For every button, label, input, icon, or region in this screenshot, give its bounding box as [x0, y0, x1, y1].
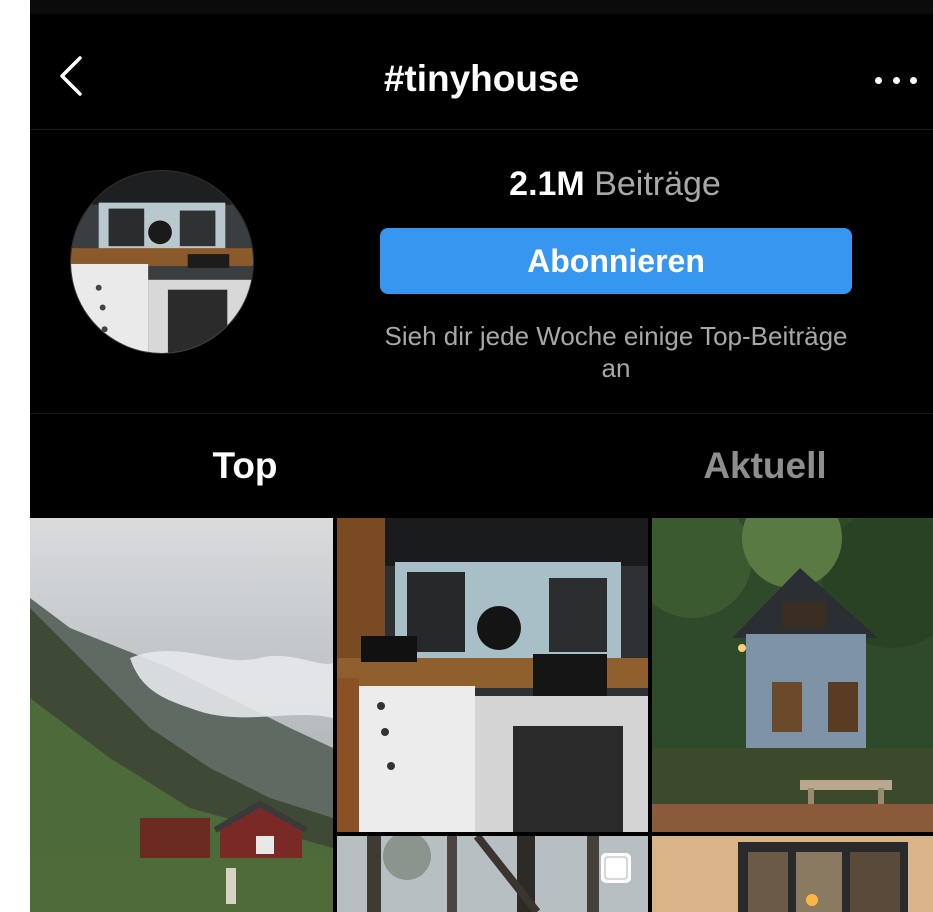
tab-top[interactable]: Top — [30, 414, 460, 518]
post-tile-van-interior[interactable] — [337, 518, 648, 832]
top-navigation-bar: #tinyhouse — [30, 14, 933, 130]
post-tile-mountain-cabin[interactable] — [30, 518, 333, 912]
screen: #tinyhouse 2.1M Beiträge Abonnieren Sieh… — [30, 0, 933, 912]
post-grid — [30, 518, 933, 912]
post-tile-blue-forest-cabin[interactable] — [652, 518, 933, 832]
follow-button[interactable]: Abonnieren — [380, 228, 852, 294]
blue-forest-cabin-image — [652, 518, 933, 832]
feed-tabs: Top Aktuell — [30, 414, 933, 518]
more-horizontal-icon — [875, 76, 882, 84]
follow-hint-text: Sieh dir jede Woche einige Top-Beiträge … — [384, 321, 848, 383]
page-title: #tinyhouse — [383, 58, 580, 99]
hashtag-header: 2.1M Beiträge Abonnieren Sieh dir jede W… — [30, 130, 933, 414]
chevron-left-icon — [60, 56, 82, 96]
post-tile-forest-trees[interactable] — [337, 836, 648, 912]
post-count: 2.1M Beiträge — [380, 165, 850, 204]
van-interior-image — [337, 518, 648, 832]
post-count-label: Beiträge — [594, 165, 721, 203]
hashtag-avatar — [70, 170, 254, 354]
post-count-number: 2.1M — [509, 165, 585, 203]
glass-tiny-house-image — [652, 836, 933, 912]
more-options-button[interactable] — [875, 68, 917, 92]
status-bar — [30, 0, 933, 14]
van-interior-image — [71, 171, 253, 353]
mountain-cabin-image — [30, 518, 333, 912]
post-tile-glass-tiny-house[interactable] — [652, 836, 933, 912]
multiple-posts-icon — [598, 850, 634, 886]
tab-recent[interactable]: Aktuell — [600, 414, 930, 518]
back-button[interactable] — [50, 54, 94, 98]
